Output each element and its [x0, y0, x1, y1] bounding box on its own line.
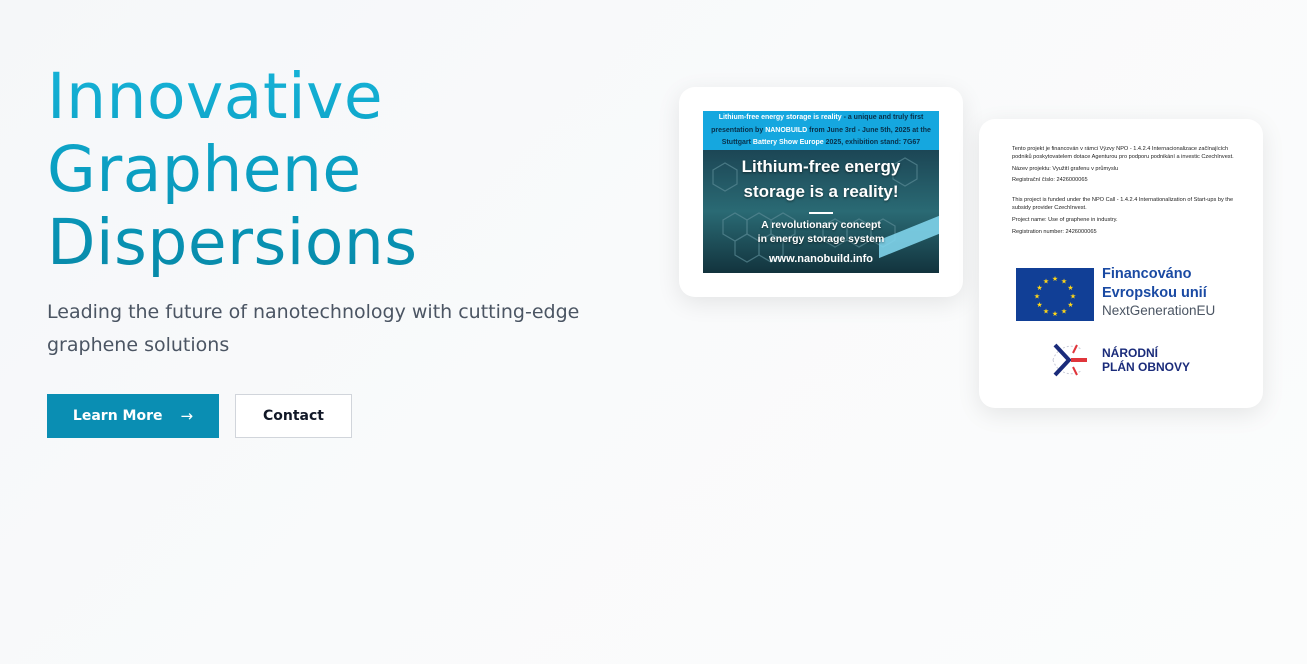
banner-sub-1: A revolutionary concept [761, 219, 881, 231]
banner-url: www.nanobuild.info [768, 253, 874, 265]
npo-label-line-1: NÁRODNÍ [1102, 346, 1158, 360]
funding-cz-registration: Registrační číslo: 2426000065 [1012, 177, 1088, 184]
funding-cz-description: Tento projekt je financován v rámci Výzv… [1012, 146, 1234, 160]
funding-en-description: This project is funded under the NPO Cal… [1012, 197, 1234, 211]
banner-headline-1: Lithium-free energy [741, 157, 901, 176]
npo-logo-icon [1047, 339, 1099, 381]
contact-label: Contact [263, 408, 324, 424]
banner-head-text-8: 2025, exhibition stand: 7G67 [823, 139, 921, 146]
hero-title-line-3: Dispersions [47, 206, 418, 279]
npo-label-line-2: PLÁN OBNOVY [1102, 360, 1191, 374]
banner-head-text-2: - a unique and truly first [841, 114, 924, 121]
banner-headline: Lithium-free energy storage is a reality… [703, 154, 939, 204]
funding-cz-project-name: Název projektu: Využití grafenu v průmys… [1012, 165, 1119, 172]
banner-head-text-7: Battery Show Europe [752, 139, 824, 146]
banner-head-text-1: Lithium-free energy storage is reality [718, 114, 842, 121]
banner-graphic: Lithium-free energy storage is a reality… [703, 150, 939, 273]
svg-text:★: ★ [1036, 284, 1042, 292]
funding-en-project-name: Project name: Use of graphene in industr… [1012, 216, 1118, 223]
npo-label: NÁRODNÍ PLÁN OBNOVY [1102, 346, 1190, 374]
eu-label-line-1: Financováno [1102, 266, 1192, 282]
svg-text:★: ★ [1052, 275, 1058, 283]
svg-text:★: ★ [1061, 278, 1067, 286]
svg-text:★: ★ [1043, 308, 1049, 316]
banner-head-text-5: from June 3rd - June 5th, 2025 at the [807, 126, 931, 134]
svg-text:★: ★ [1052, 310, 1058, 318]
funding-card[interactable]: Tento projekt je financován v rámci Výzv… [979, 119, 1263, 408]
svg-text:★: ★ [1034, 293, 1040, 301]
svg-text:★: ★ [1036, 301, 1042, 309]
banner-head-text-4: NANOBUILD [765, 126, 808, 134]
hero-title-line-2: Graphene [47, 133, 362, 206]
eu-funding-label: Financováno Evropskou unií NextGeneratio… [1102, 265, 1242, 321]
eu-label-line-2: Evropskou unií [1102, 284, 1207, 301]
banner-head-text-6: Stuttgart [721, 139, 753, 146]
banner-divider [809, 212, 833, 214]
banner-sub-2: in energy storage system [757, 233, 885, 245]
learn-more-button[interactable]: Learn More → [47, 394, 219, 438]
exhibition-card[interactable]: Lithium-free energy storage is reality -… [679, 87, 963, 297]
hero-title-line-1: Innovative [47, 60, 384, 133]
eu-flag-icon: ★ ★ ★ ★ ★ ★ ★ ★ ★ ★ ★ ★ [1016, 268, 1094, 321]
svg-text:★: ★ [1067, 301, 1073, 309]
arrow-right-icon: → [180, 407, 194, 425]
banner-head-text-3: presentation by [711, 126, 766, 134]
eu-label-line-3: NextGenerationEU [1102, 303, 1216, 318]
banner-headline-2: storage is a reality! [743, 182, 899, 201]
learn-more-label: Learn More [72, 408, 163, 424]
banner-announcement: Lithium-free energy storage is reality -… [703, 111, 939, 150]
banner-subheadline: A revolutionary concept in energy storag… [703, 218, 939, 246]
hero-subtitle: Leading the future of nanotechnology wit… [47, 301, 580, 356]
hero-title: Innovative Graphene Dispersions [47, 60, 418, 279]
svg-text:★: ★ [1061, 308, 1067, 316]
svg-text:★: ★ [1070, 293, 1076, 301]
svg-text:★: ★ [1043, 278, 1049, 286]
funding-en-registration: Registration number: 2426000065 [1012, 228, 1097, 235]
exhibition-banner-image: Lithium-free energy storage is reality -… [703, 111, 939, 273]
contact-button[interactable]: Contact [235, 394, 352, 438]
funding-text: Tento projekt je financován v rámci Výzv… [1012, 146, 1242, 240]
svg-text:★: ★ [1067, 284, 1073, 292]
